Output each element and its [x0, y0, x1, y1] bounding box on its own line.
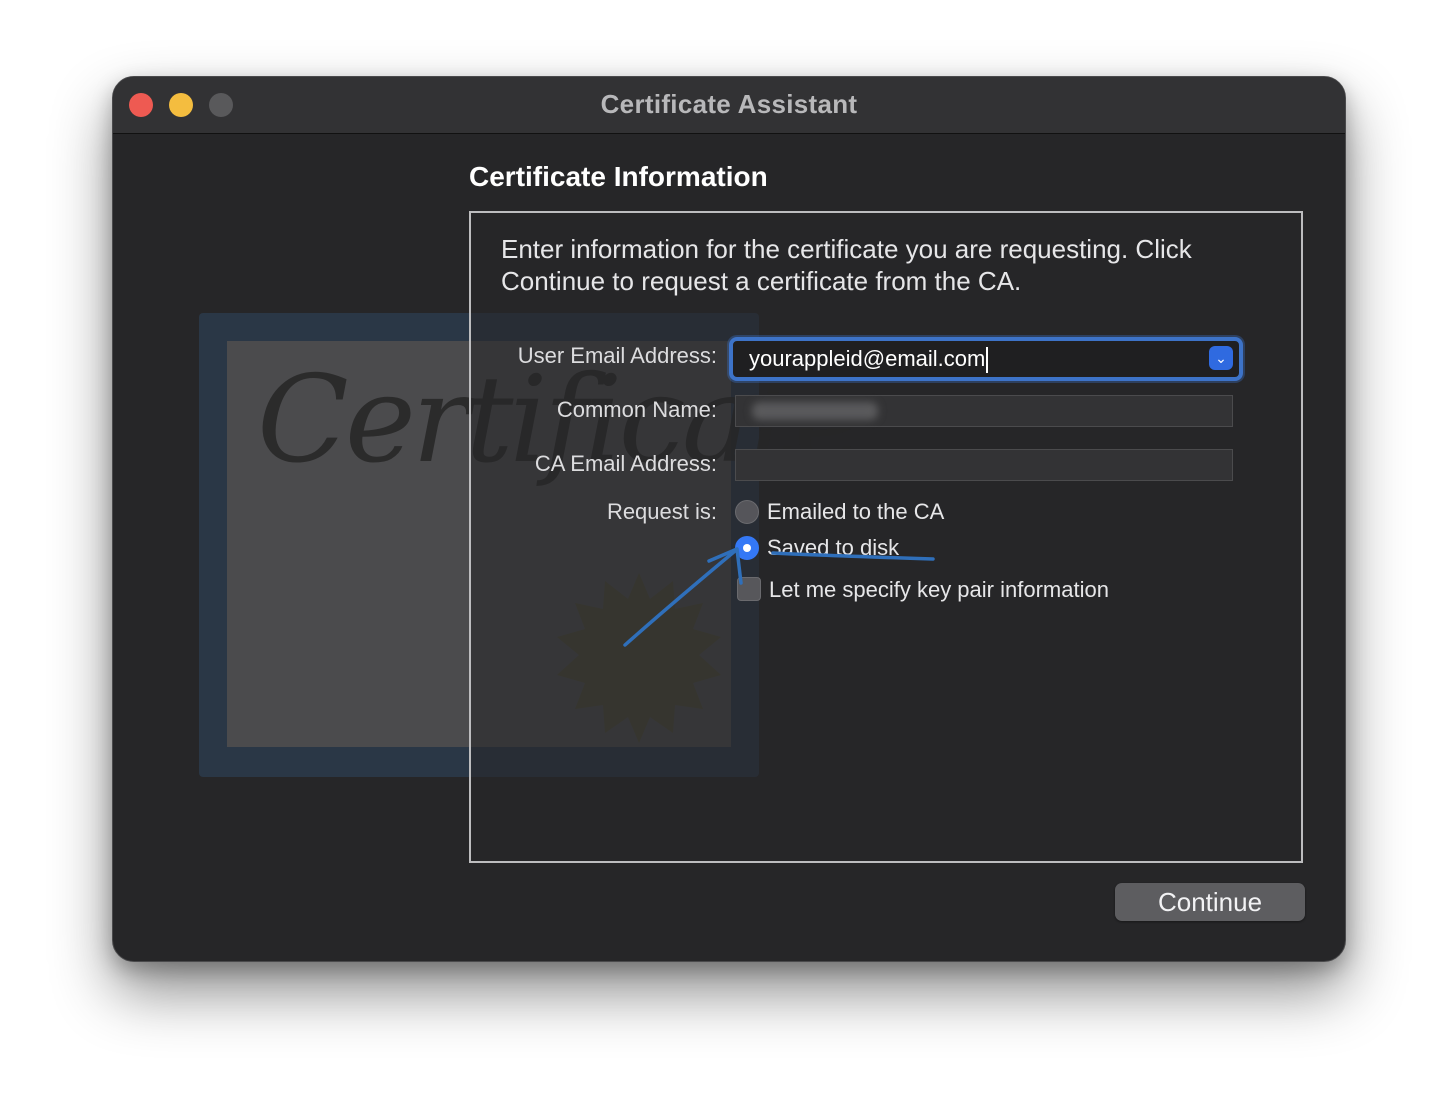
- saved-to-disk-label[interactable]: Saved to disk: [767, 535, 899, 561]
- key-pair-label[interactable]: Let me specify key pair information: [769, 577, 1109, 603]
- certificate-assistant-window: Certificate Assistant Certificate Certif…: [112, 76, 1346, 962]
- user-email-label: User Email Address:: [517, 343, 717, 368]
- emailed-to-ca-label[interactable]: Emailed to the CA: [767, 499, 944, 525]
- common-name-label: Common Name:: [556, 397, 717, 422]
- emailed-to-ca-radio[interactable]: [735, 500, 759, 524]
- page: Certificate Assistant Certificate Certif…: [0, 0, 1456, 1108]
- ca-email-field[interactable]: [735, 449, 1233, 481]
- chevron-down-icon[interactable]: ⌄: [1209, 346, 1233, 370]
- window-title: Certificate Assistant: [600, 89, 858, 119]
- common-name-field[interactable]: [735, 395, 1233, 427]
- user-email-input[interactable]: yourappleid@email.com: [749, 345, 989, 374]
- section-title: Certificate Information: [469, 161, 768, 192]
- request-is-label: Request is:: [606, 499, 717, 524]
- user-email-combobox[interactable]: yourappleid@email.com ⌄: [729, 337, 1243, 381]
- ca-email-label: CA Email Address:: [534, 451, 717, 476]
- key-pair-checkbox[interactable]: [737, 577, 761, 601]
- saved-to-disk-radio[interactable]: [735, 536, 759, 560]
- redacted-name: [752, 402, 878, 420]
- title-bar[interactable]: Certificate Assistant: [113, 77, 1345, 134]
- text-cursor: [986, 347, 989, 374]
- intro-text: Enter information for the certificate yo…: [501, 234, 1192, 296]
- continue-button[interactable]: Continue: [1115, 883, 1305, 921]
- certificate-info-panel: Enter information for the certificate yo…: [469, 211, 1303, 863]
